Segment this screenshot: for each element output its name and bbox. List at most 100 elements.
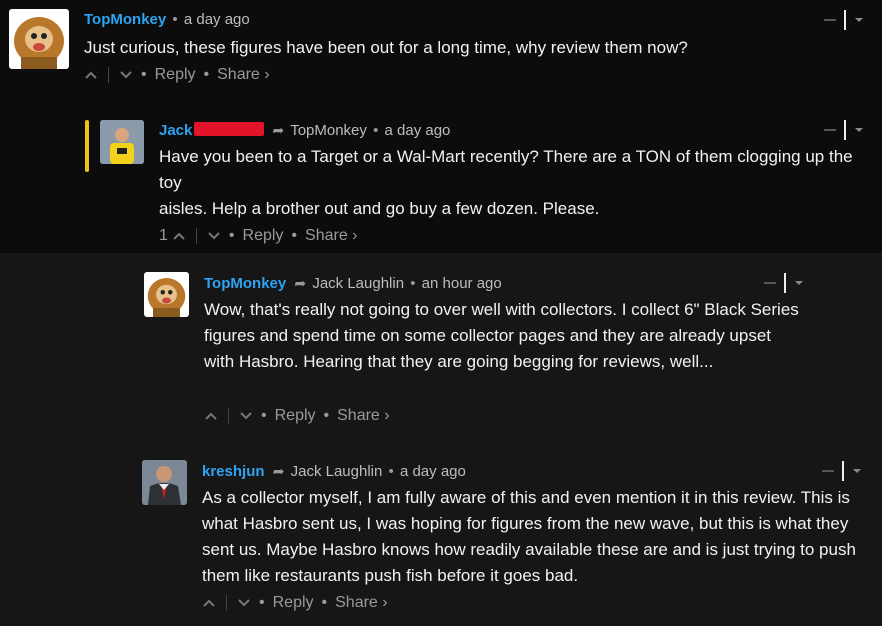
share-button[interactable]: Share › [217, 65, 269, 85]
caret-down-icon [855, 128, 863, 132]
comment-menu [824, 10, 864, 30]
comment-4: kreshjun ➦ Jack Laughlin • a day ago As … [0, 451, 882, 626]
comment-body: Have you been to a Target or a Wal-Mart … [159, 144, 874, 222]
author-name[interactable]: TopMonkey [204, 275, 286, 292]
chevron-down-icon [120, 71, 132, 79]
comment-text: Wow, that's really not going to over wel… [204, 300, 799, 371]
monkey-avatar[interactable] [144, 272, 189, 317]
chevron-up-icon [173, 232, 185, 240]
collapse-icon[interactable] [824, 19, 836, 21]
upvote-button[interactable] [84, 68, 98, 82]
author-name[interactable]: TopMonkey [84, 11, 166, 28]
comment-3: TopMonkey ➦ Jack Laughlin • an hour ago … [0, 263, 882, 443]
comment-text: aisles. Help a brother out and go buy a … [159, 199, 600, 218]
separator: • [172, 11, 178, 28]
upvote-button[interactable] [204, 409, 218, 423]
share-button[interactable]: Share › [305, 226, 357, 246]
options-dropdown[interactable] [794, 279, 804, 287]
comment-header: Jack ➦ TopMonkey • a day ago [159, 120, 450, 141]
comment-footer: • Reply • Share › [84, 65, 270, 85]
reply-button[interactable]: Reply [155, 65, 196, 85]
comment-text: Have you been to a Target or a Wal-Mart … [159, 147, 853, 192]
separator: • [410, 275, 416, 292]
share-button[interactable]: Share › [337, 406, 389, 426]
vote-divider [226, 595, 227, 611]
reply-button[interactable]: Reply [275, 406, 316, 426]
comment-2: Jack ➦ TopMonkey • a day ago Have you be… [0, 110, 882, 253]
separator: • [261, 407, 267, 424]
menu-separator [784, 273, 786, 293]
upvote-button[interactable] [202, 596, 216, 610]
redaction-mark [194, 122, 265, 136]
menu-separator [844, 120, 846, 140]
vote-divider [228, 408, 229, 424]
caret-down-icon [853, 469, 861, 473]
comment-footer: • Reply • Share › [204, 406, 390, 426]
chevron-up-icon [85, 71, 97, 79]
timestamp[interactable]: a day ago [184, 11, 250, 28]
separator: • [141, 66, 147, 83]
comment-header: kreshjun ➦ Jack Laughlin • a day ago [202, 461, 466, 482]
man-suit-avatar[interactable] [142, 460, 187, 505]
separator: • [323, 407, 330, 424]
share-button[interactable]: Share › [335, 593, 387, 613]
options-dropdown[interactable] [854, 126, 864, 134]
caret-down-icon [855, 18, 863, 22]
menu-separator [844, 10, 846, 30]
options-dropdown[interactable] [852, 467, 862, 475]
highlight-bar [85, 120, 89, 172]
comment-text: Just curious, these figures have been ou… [84, 38, 688, 57]
collapse-icon[interactable] [822, 470, 834, 472]
timestamp[interactable]: a day ago [400, 463, 466, 480]
collapse-icon[interactable] [764, 282, 776, 284]
options-dropdown[interactable] [854, 16, 864, 24]
author-name[interactable]: kreshjun [202, 463, 265, 480]
comment-body: As a collector myself, I am fully aware … [202, 485, 878, 589]
monkey-avatar[interactable] [9, 9, 69, 69]
reply-target[interactable]: Jack Laughlin [312, 275, 404, 292]
menu-separator [842, 461, 844, 481]
chevron-down-icon [208, 232, 220, 240]
comment-menu [824, 120, 864, 140]
chevron-up-icon [205, 412, 217, 420]
separator: • [373, 122, 379, 139]
comment-body: Wow, that's really not going to over wel… [204, 297, 804, 375]
collapse-icon[interactable] [824, 129, 836, 131]
downvote-button[interactable] [239, 409, 253, 423]
comment-text: As a collector myself, I am fully aware … [202, 488, 856, 585]
separator: • [291, 227, 298, 244]
comment-1: TopMonkey • a day ago Just curious, thes… [0, 0, 882, 100]
separator: • [228, 227, 235, 244]
reply-button[interactable]: Reply [243, 226, 284, 246]
reply-target[interactable]: TopMonkey [290, 122, 367, 139]
separator: • [321, 594, 328, 611]
comment-header: TopMonkey • a day ago [84, 10, 250, 30]
separator: • [203, 66, 210, 83]
comment-menu [822, 461, 862, 481]
comment-header: TopMonkey ➦ Jack Laughlin • an hour ago [204, 273, 502, 294]
comment-footer: 1 • Reply • Share › [159, 226, 358, 246]
chevron-down-icon [240, 412, 252, 420]
caret-down-icon [795, 281, 803, 285]
downvote-button[interactable] [119, 68, 133, 82]
vote-divider [108, 67, 109, 83]
reply-button[interactable]: Reply [273, 593, 314, 613]
upvote-button[interactable] [172, 229, 186, 243]
timestamp[interactable]: an hour ago [422, 275, 502, 292]
chevron-up-icon [203, 599, 215, 607]
downvote-button[interactable] [207, 229, 221, 243]
reply-arrow-icon: ➦ [272, 463, 285, 479]
separator: • [388, 463, 394, 480]
vote-divider [195, 228, 197, 244]
chevron-down-icon [238, 599, 250, 607]
reply-arrow-icon: ➦ [272, 122, 285, 138]
author-name[interactable]: Jack [159, 122, 192, 139]
person-yellow-shirt-avatar[interactable] [100, 120, 144, 164]
reply-arrow-icon: ➦ [294, 275, 307, 291]
downvote-button[interactable] [237, 596, 251, 610]
comment-menu [764, 273, 804, 293]
separator: • [259, 594, 265, 611]
reply-target[interactable]: Jack Laughlin [291, 463, 383, 480]
vote-count: 1 [159, 227, 168, 244]
timestamp[interactable]: a day ago [385, 122, 451, 139]
